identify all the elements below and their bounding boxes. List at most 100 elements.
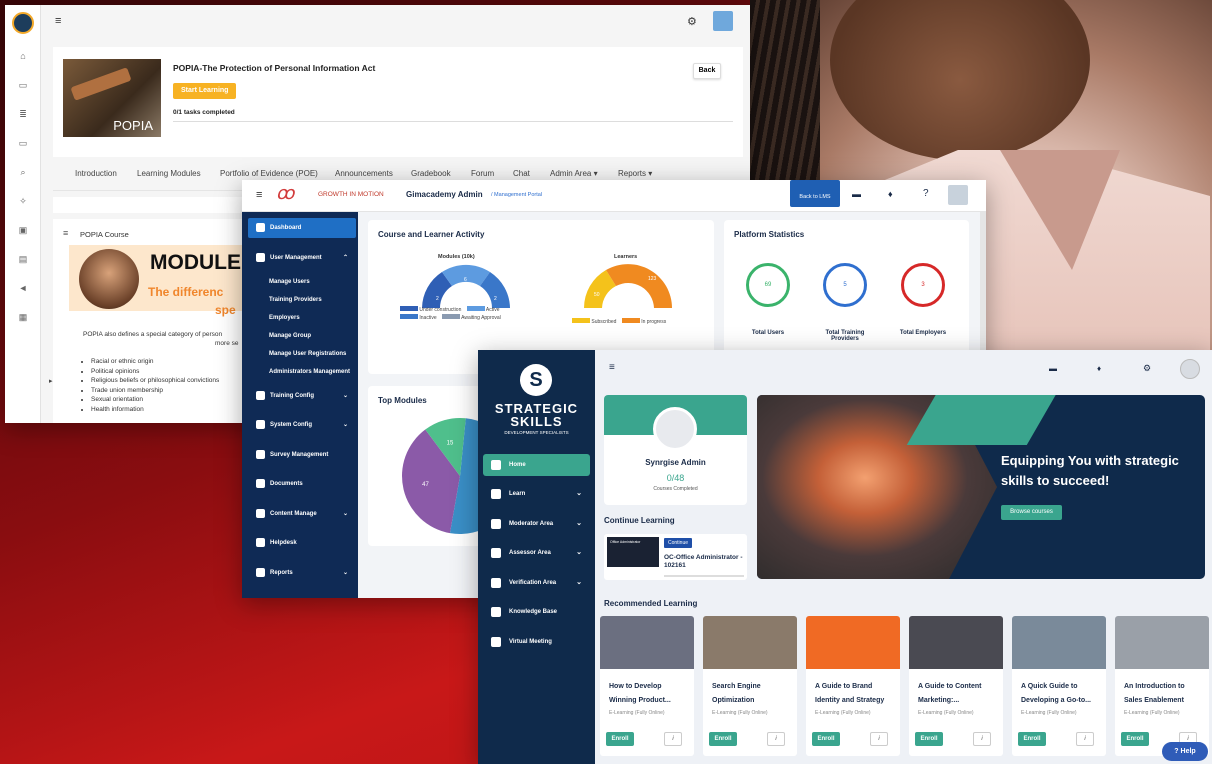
- avatar[interactable]: [1180, 359, 1200, 379]
- graduation-icon[interactable]: ✧: [18, 196, 28, 206]
- course-card[interactable]: A Guide to Brand Identity and Strategy E…: [806, 616, 900, 756]
- menu-icon[interactable]: ≡: [256, 189, 262, 201]
- chat-icon[interactable]: ▬: [1049, 364, 1057, 373]
- course-card-sub: E-Learning (Fully Online): [609, 710, 665, 716]
- lms-logo: [12, 12, 34, 34]
- enroll-button[interactable]: Enroll: [915, 732, 943, 746]
- search-icon[interactable]: ⌕: [18, 167, 28, 177]
- gear-icon[interactable]: ⚙: [687, 15, 697, 28]
- tab-announcements[interactable]: Announcements: [335, 169, 393, 178]
- course-card[interactable]: A Quick Guide to Developing a Go-to... E…: [1012, 616, 1106, 756]
- course-card[interactable]: A Guide to Content Marketing:... E-Learn…: [909, 616, 1003, 756]
- tab-learning-modules[interactable]: Learning Modules: [137, 169, 201, 178]
- bell-icon[interactable]: ♦: [888, 189, 893, 199]
- gauge-value: 123: [648, 276, 657, 282]
- nav-training-providers[interactable]: Training Providers: [269, 297, 322, 303]
- tab-poe[interactable]: Portfolio of Evidence (POE): [220, 169, 318, 178]
- nav-manage-group[interactable]: Manage Group: [269, 333, 311, 339]
- list-icon[interactable]: ≡: [63, 228, 68, 238]
- nav-documents[interactable]: Documents: [248, 474, 356, 494]
- info-button[interactable]: i: [870, 732, 888, 746]
- nav-reports[interactable]: Reports ⌄: [248, 563, 356, 583]
- browse-courses-button[interactable]: Browse courses: [1001, 505, 1062, 520]
- nav-training-config[interactable]: Training Config ⌄: [248, 386, 356, 406]
- continue-button[interactable]: Continue: [664, 538, 693, 548]
- ss-nav-assessor[interactable]: Assessor Area ⌄: [483, 542, 590, 564]
- enroll-button[interactable]: Enroll: [606, 732, 634, 746]
- library-icon[interactable]: ▤: [18, 254, 28, 264]
- back-button[interactable]: Back: [693, 63, 721, 79]
- avatar[interactable]: [948, 185, 968, 205]
- menu-icon[interactable]: ≡: [609, 362, 615, 373]
- tab-introduction[interactable]: Introduction: [75, 169, 117, 178]
- user-name: Synrgise Admin: [645, 458, 706, 467]
- gauge-value: 2: [436, 296, 439, 302]
- list-item: Political opinions: [91, 367, 219, 377]
- expand-arrow-icon[interactable]: ▸: [49, 377, 53, 385]
- chat-icon[interactable]: ▬: [852, 189, 861, 199]
- total-employers-ring: 3: [901, 263, 945, 307]
- pie-label: 47: [422, 482, 429, 488]
- nav-content-manage[interactable]: Content Manage ⌄: [248, 504, 356, 524]
- course-card[interactable]: An Introduction to Sales Enablement E-Le…: [1115, 616, 1209, 756]
- info-button[interactable]: i: [973, 732, 991, 746]
- course-card[interactable]: Search Engine Optimization E-Learning (F…: [703, 616, 797, 756]
- course-card[interactable]: How to Develop Winning Product... E-Lear…: [600, 616, 694, 756]
- gift-icon[interactable]: ▣: [18, 225, 28, 235]
- module-sub1: The differenc: [148, 285, 224, 299]
- continue-thumbnail: Office Administrator: [607, 537, 659, 567]
- info-button[interactable]: i: [767, 732, 785, 746]
- nav-user-management[interactable]: User Management ⌃: [248, 248, 356, 268]
- nav-system-config[interactable]: System Config ⌄: [248, 415, 356, 435]
- nav-employers[interactable]: Employers: [269, 315, 300, 321]
- bell-icon[interactable]: ♦: [1097, 364, 1101, 373]
- ss-nav-moderator[interactable]: Moderator Area ⌄: [483, 513, 590, 535]
- ss-nav-home[interactable]: Home: [483, 454, 590, 476]
- help-button[interactable]: ? Help: [1162, 742, 1208, 761]
- total-employers-label: Total Employers: [899, 330, 947, 336]
- tab-chat[interactable]: Chat: [513, 169, 530, 178]
- nav-manage-registrations[interactable]: Manage User Registrations: [269, 351, 346, 357]
- grid-icon[interactable]: ▦: [18, 312, 28, 322]
- tab-admin-area[interactable]: Admin Area ▾: [550, 169, 598, 178]
- nav-manage-users[interactable]: Manage Users: [269, 279, 310, 285]
- enroll-button[interactable]: Enroll: [812, 732, 840, 746]
- tab-forum[interactable]: Forum: [471, 169, 494, 178]
- nav-label: Survey Management: [270, 452, 329, 458]
- monitor-icon[interactable]: ▭: [18, 80, 28, 90]
- legend-label: Awaiting Approval: [461, 315, 501, 321]
- help-icon[interactable]: ?: [923, 188, 929, 199]
- ss-nav-virtual-meeting[interactable]: Virtual Meeting: [483, 631, 590, 653]
- enroll-button[interactable]: Enroll: [1018, 732, 1046, 746]
- screen-icon[interactable]: ▭: [18, 138, 28, 148]
- avatar[interactable]: [713, 11, 733, 31]
- megaphone-icon[interactable]: ◄: [18, 283, 28, 293]
- gauge-value: 6: [464, 277, 467, 283]
- enroll-button[interactable]: Enroll: [1121, 732, 1149, 746]
- ss-nav-verification[interactable]: Verification Area ⌄: [483, 572, 590, 594]
- nav-label: Documents: [270, 481, 303, 487]
- admin-topbar: ≡ ꝏ GROWTH IN MOTION Gimacademy Admin / …: [242, 180, 986, 212]
- tab-gradebook[interactable]: Gradebook: [411, 169, 451, 178]
- enroll-button[interactable]: Enroll: [709, 732, 737, 746]
- ss-nav-knowledge-base[interactable]: Knowledge Base: [483, 601, 590, 623]
- info-button[interactable]: i: [1076, 732, 1094, 746]
- course-image: [806, 616, 900, 669]
- back-to-lms-button[interactable]: Back to LMS: [790, 180, 840, 207]
- nav-admin-management[interactable]: Administrators Management: [269, 369, 350, 375]
- info-button[interactable]: i: [664, 732, 682, 746]
- gear-icon[interactable]: ⚙: [1143, 363, 1151, 374]
- course-card-title: How to Develop Winning Product...: [609, 683, 671, 704]
- ss-nav-learn[interactable]: Learn ⌄: [483, 483, 590, 505]
- start-learning-button[interactable]: Start Learning: [173, 83, 237, 99]
- nav-helpdesk[interactable]: Helpdesk: [248, 533, 356, 553]
- home-icon[interactable]: ⌂: [18, 51, 28, 61]
- list-icon[interactable]: ≣: [18, 109, 28, 119]
- continue-card[interactable]: Office Administrator Continue OC-Office …: [604, 534, 747, 580]
- nav-label: Training Config: [270, 393, 314, 399]
- tab-reports[interactable]: Reports ▾: [618, 169, 652, 178]
- admin-subtitle: / Management Portal: [491, 192, 543, 198]
- nav-survey[interactable]: Survey Management: [248, 445, 356, 465]
- menu-icon[interactable]: ≡: [55, 15, 61, 27]
- nav-dashboard[interactable]: Dashboard: [248, 218, 356, 238]
